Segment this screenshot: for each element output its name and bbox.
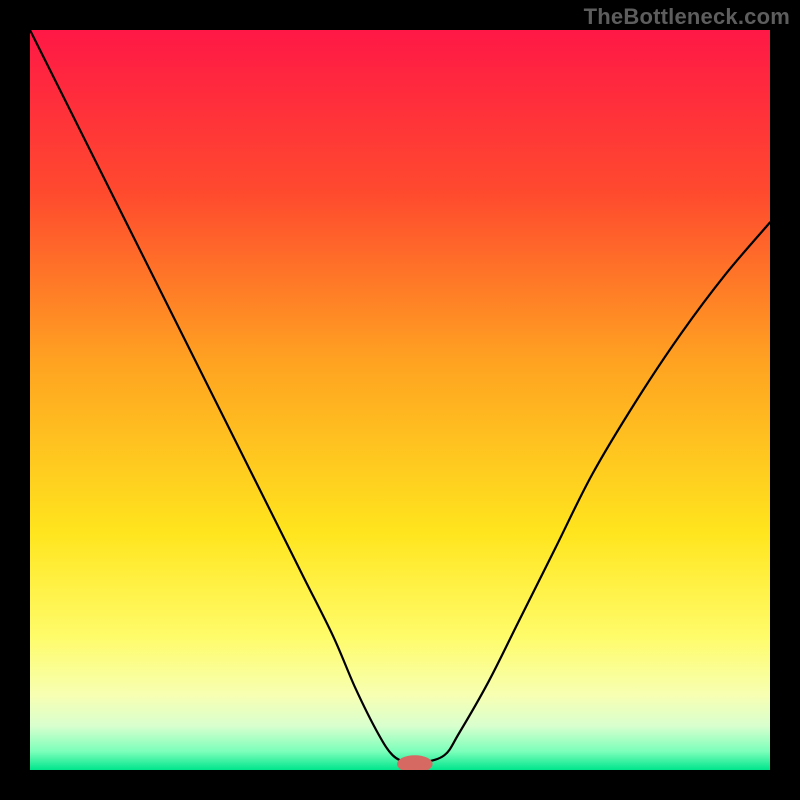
chart-frame: TheBottleneck.com [0,0,800,800]
gradient-background [30,30,770,770]
watermark-text: TheBottleneck.com [584,4,790,30]
plot-area [30,30,770,770]
bottleneck-chart [30,30,770,770]
